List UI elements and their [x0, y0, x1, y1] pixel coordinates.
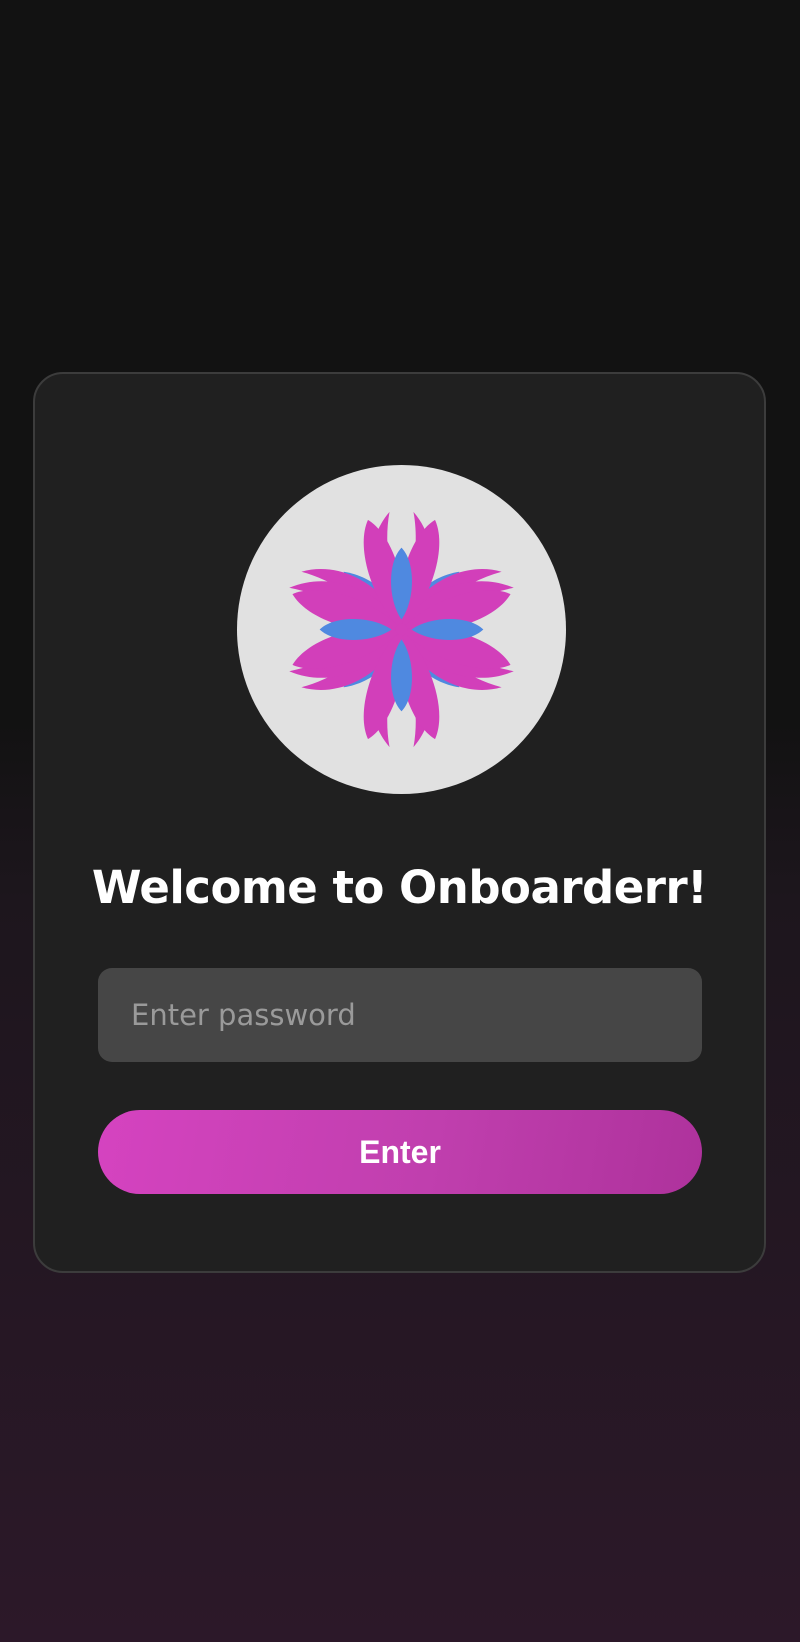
flower-icon [289, 511, 514, 748]
enter-button[interactable]: Enter [98, 1110, 702, 1194]
password-input[interactable] [98, 968, 702, 1062]
app-logo [237, 465, 566, 794]
login-card: Welcome to Onboarderr! Enter [33, 372, 766, 1273]
welcome-title: Welcome to Onboarderr! [91, 861, 708, 914]
